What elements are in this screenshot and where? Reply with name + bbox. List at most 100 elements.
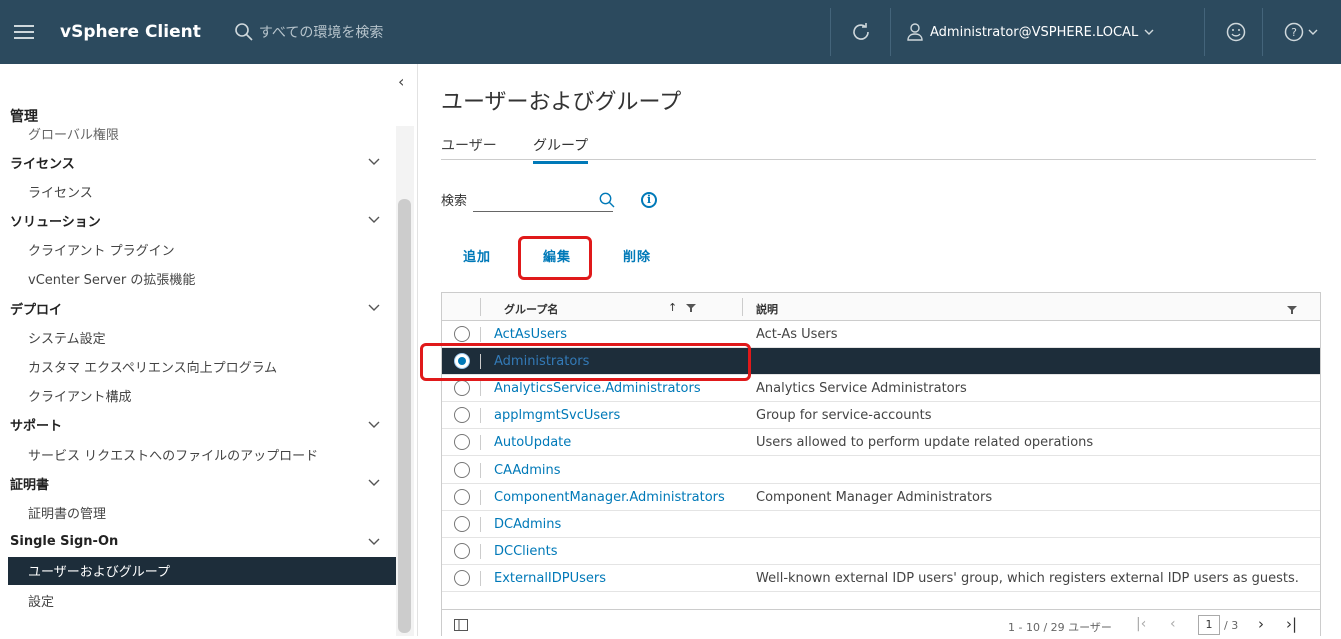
first-page-icon[interactable]: |‹ bbox=[1136, 616, 1146, 632]
row-radio[interactable] bbox=[454, 488, 470, 505]
sidebar-item[interactable]: システム設定 bbox=[0, 323, 396, 351]
column-toggle-icon[interactable] bbox=[454, 619, 468, 631]
sidebar-section[interactable]: ソリューション bbox=[0, 206, 396, 234]
sidebar-item[interactable]: クライアント構成 bbox=[0, 382, 396, 410]
info-icon[interactable]: i bbox=[641, 192, 657, 208]
feedback-button[interactable] bbox=[1226, 0, 1246, 64]
group-name-link[interactable]: ExternalIDPUsers bbox=[494, 571, 606, 586]
group-description: Users allowed to perform update related … bbox=[756, 435, 1094, 451]
row-radio[interactable] bbox=[454, 461, 470, 478]
sidebar-section[interactable]: 証明書 bbox=[0, 469, 396, 497]
table-row[interactable]: ExternalIDPUsers Well-known external IDP … bbox=[442, 565, 1320, 592]
sidebar-item-label: システム設定 bbox=[28, 331, 106, 347]
selected-row-highlight-box bbox=[420, 343, 751, 381]
table-row[interactable]: DCClients bbox=[442, 538, 1320, 565]
global-search[interactable]: すべての環境を検索 bbox=[235, 22, 383, 42]
add-button[interactable]: 追加 bbox=[463, 246, 491, 265]
sidebar-item-label: クライアント プラグイン bbox=[28, 244, 175, 260]
collapse-sidebar-button[interactable]: ‹ bbox=[398, 72, 404, 91]
row-radio[interactable] bbox=[454, 434, 470, 451]
sidebar-item[interactable]: カスタマ エクスペリエンス向上プログラム bbox=[0, 352, 396, 380]
row-divider bbox=[480, 435, 481, 451]
table-row[interactable]: CAAdmins bbox=[442, 457, 1320, 484]
chevron-down-icon bbox=[1308, 29, 1318, 35]
smiley-icon bbox=[1226, 22, 1246, 42]
chevron-down-icon[interactable] bbox=[368, 478, 380, 488]
search-icon[interactable] bbox=[599, 192, 615, 208]
sidebar-item-label: 証明書 bbox=[10, 477, 50, 493]
sidebar-item-label: クライアント構成 bbox=[28, 390, 132, 406]
page-input[interactable]: 1 bbox=[1198, 615, 1220, 635]
filter-icon[interactable] bbox=[1287, 305, 1297, 315]
col-header-description[interactable]: 説明 bbox=[756, 301, 778, 317]
sidebar-item[interactable]: 設定 bbox=[0, 586, 396, 614]
chevron-down-icon[interactable] bbox=[368, 215, 380, 225]
sidebar-item-label: vCenter Server の拡張機能 bbox=[28, 273, 196, 289]
sidebar-item[interactable]: サービス リクエストへのファイルのアップロード bbox=[0, 440, 396, 468]
user-menu[interactable]: Administrator@VSPHERE.LOCAL bbox=[906, 0, 1154, 64]
row-divider bbox=[480, 489, 481, 505]
header-divider bbox=[742, 298, 743, 316]
group-name-link[interactable]: DCAdmins bbox=[494, 517, 561, 532]
sidebar-item-label: デプロイ bbox=[10, 302, 63, 318]
sidebar-section[interactable]: ライセンス bbox=[0, 148, 396, 176]
row-radio[interactable] bbox=[454, 407, 470, 424]
group-name-link[interactable]: AnalyticsService.Administrators bbox=[494, 381, 701, 396]
last-page-icon[interactable]: ›| bbox=[1286, 615, 1297, 633]
table-row[interactable]: applmgmtSvcUsers Group for service-accoun… bbox=[442, 402, 1320, 430]
sidebar: ‹ 管理 グローバル権限 ライセンス ライセンス ソリューション クライアント プラグ… bbox=[0, 64, 418, 636]
prev-page-icon[interactable]: ‹ bbox=[1170, 616, 1176, 632]
search-input[interactable] bbox=[473, 188, 613, 212]
row-radio[interactable] bbox=[454, 542, 470, 559]
grid-header: グループ名 ↑ 説明 bbox=[442, 293, 1320, 321]
row-radio[interactable] bbox=[454, 380, 470, 397]
group-name-link[interactable]: applmgmtSvcUsers bbox=[494, 408, 620, 423]
sidebar-item-label: 証明書の管理 bbox=[28, 506, 107, 522]
refresh-button[interactable] bbox=[850, 0, 872, 64]
sidebar-item[interactable]: ライセンス bbox=[0, 177, 396, 205]
sidebar-item[interactable]: ユーザーおよびグループ bbox=[8, 556, 396, 585]
chevron-down-icon bbox=[1144, 29, 1154, 35]
row-radio[interactable] bbox=[454, 569, 470, 586]
row-divider bbox=[480, 516, 481, 532]
chevron-down-icon[interactable] bbox=[368, 537, 380, 547]
sidebar-scrollbar[interactable] bbox=[398, 199, 411, 633]
sidebar-item[interactable]: 証明書の管理 bbox=[0, 498, 396, 526]
app-title[interactable]: vSphere Client bbox=[60, 22, 201, 42]
row-radio[interactable] bbox=[454, 326, 470, 342]
sidebar-item-label: サポート bbox=[10, 419, 63, 435]
table-row[interactable]: DCAdmins bbox=[442, 511, 1320, 538]
filter-icon[interactable] bbox=[686, 303, 696, 313]
sidebar-item-global-permissions[interactable]: グローバル権限 bbox=[28, 124, 119, 140]
group-name-link[interactable]: ComponentManager.Administrators bbox=[494, 490, 725, 505]
group-name-link[interactable]: ActAsUsers bbox=[494, 327, 567, 342]
table-row[interactable]: AutoUpdate Users allowed to perform updat… bbox=[442, 429, 1320, 457]
next-page-icon[interactable]: › bbox=[1258, 615, 1264, 633]
sort-asc-icon[interactable]: ↑ bbox=[668, 301, 677, 314]
tab-groups[interactable]: グループ bbox=[533, 135, 589, 164]
grid-footer: 1 - 10 / 29 ユーザー |‹ ‹ 1 / 3 › ›| bbox=[442, 609, 1320, 639]
group-name-link[interactable]: AutoUpdate bbox=[494, 435, 571, 450]
delete-button[interactable]: 削除 bbox=[623, 246, 651, 265]
table-row[interactable]: ComponentManager.Administrators Component… bbox=[442, 484, 1320, 511]
chevron-down-icon[interactable] bbox=[368, 157, 380, 167]
group-name-link[interactable]: DCClients bbox=[494, 544, 558, 559]
sidebar-item-label: Single Sign-On bbox=[10, 534, 119, 550]
sidebar-item-label: ライセンス bbox=[10, 156, 75, 172]
sidebar-section[interactable]: Single Sign-On bbox=[0, 528, 396, 556]
sidebar-title: 管理 bbox=[10, 109, 38, 125]
help-menu[interactable]: ? bbox=[1284, 0, 1318, 64]
sidebar-section[interactable]: デプロイ bbox=[0, 294, 396, 322]
tab-users[interactable]: ユーザー bbox=[441, 135, 497, 161]
sidebar-item[interactable]: クライアント プラグイン bbox=[0, 236, 396, 264]
chevron-down-icon[interactable] bbox=[368, 420, 380, 430]
sidebar-section[interactable]: サポート bbox=[0, 411, 396, 439]
row-radio[interactable] bbox=[454, 515, 470, 532]
tab-bar: ユーザー グループ bbox=[441, 132, 1316, 164]
menu-icon[interactable] bbox=[14, 25, 34, 39]
sidebar-item-label: ライセンス bbox=[28, 185, 93, 201]
group-name-link[interactable]: CAAdmins bbox=[494, 463, 561, 478]
col-header-group-name[interactable]: グループ名 bbox=[504, 301, 558, 317]
sidebar-item[interactable]: vCenter Server の拡張機能 bbox=[0, 265, 396, 293]
chevron-down-icon[interactable] bbox=[368, 303, 380, 313]
